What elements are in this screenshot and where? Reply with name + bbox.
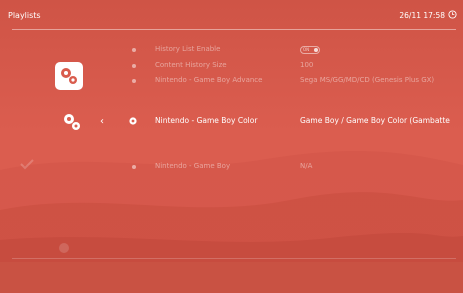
small-gears-icon	[64, 114, 80, 130]
faded-icon	[59, 243, 69, 253]
menu-row-label[interactable]: Content History Size	[155, 61, 227, 69]
menu-row-label[interactable]: Nintendo - Game Boy Advance	[155, 76, 262, 84]
page-title: Playlists	[8, 11, 41, 20]
menu-row-value-selected: Game Boy / Game Boy Color (Gambatte	[300, 116, 450, 125]
toggle-label: ON	[303, 47, 310, 52]
toggle-knob	[314, 48, 318, 52]
clock-icon	[448, 10, 457, 19]
checkmark-icon	[20, 159, 34, 170]
gear-icon	[129, 117, 137, 125]
chevron-left-icon[interactable]: ‹	[100, 116, 104, 127]
gear-dot-icon	[132, 64, 136, 68]
menu-row-label[interactable]: History List Enable	[155, 45, 220, 53]
header-divider	[12, 29, 456, 30]
footer-divider	[12, 258, 456, 259]
toggle-switch[interactable]: ON	[300, 46, 320, 54]
screen: Playlists 26/11 17:58 ‹ History List Ena…	[0, 0, 463, 293]
gear-dot-icon	[132, 79, 136, 83]
settings-gear-icon[interactable]	[55, 62, 83, 90]
menu-row-label-selected[interactable]: Nintendo - Game Boy Color	[155, 116, 257, 125]
clock-text: 26/11 17:58	[399, 11, 445, 20]
menu-row-value: Sega MS/GG/MD/CD (Genesis Plus GX)	[300, 76, 435, 84]
footer-bar	[0, 262, 463, 293]
gear-dot-icon	[132, 165, 136, 169]
gear-dot-icon	[132, 48, 136, 52]
menu-row-label[interactable]: Nintendo - Game Boy	[155, 162, 230, 170]
menu-row-value: 100	[300, 61, 314, 69]
header-bar: Playlists 26/11 17:58	[0, 0, 463, 28]
menu-row-value: N/A	[300, 162, 313, 170]
